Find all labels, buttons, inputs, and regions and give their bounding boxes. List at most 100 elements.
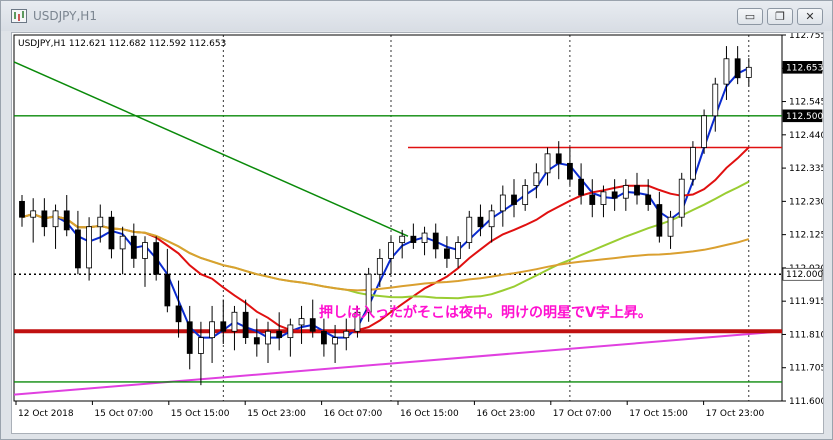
candle-body — [186, 321, 193, 354]
candle-body — [86, 226, 92, 269]
candle-body — [678, 178, 685, 218]
candle-body — [734, 58, 741, 79]
candle-body — [52, 210, 59, 228]
chart-window-icon — [11, 9, 27, 23]
candle-body — [332, 337, 338, 345]
candle-body — [153, 242, 160, 275]
chart-info-text: USDJPY,H1 112.621 112.682 112.592 112.65… — [18, 39, 226, 49]
candle-body — [198, 337, 204, 354]
candle-body — [410, 235, 417, 243]
window-title: USDJPY,H1 — [33, 9, 97, 23]
y-tick-label: 112.125 — [789, 231, 823, 241]
candle-body — [522, 185, 529, 205]
candle-body — [578, 178, 584, 196]
candle-body — [544, 153, 551, 174]
trend-line-green — [13, 61, 409, 237]
candle-body — [723, 58, 730, 85]
candle-body — [63, 210, 70, 231]
candle-body — [533, 172, 540, 186]
chart-annotation: 押しは入ったがそこは夜中。明けの明星でV字上昇。 — [319, 304, 652, 321]
candle-body — [108, 216, 115, 250]
x-tick-label: 17 Oct 15:00 — [629, 409, 688, 419]
candle-body — [75, 229, 81, 269]
price-box-label: 112.500 — [786, 112, 823, 122]
candle-body — [622, 185, 629, 199]
candle-body — [477, 216, 484, 228]
candle-body — [343, 330, 350, 339]
chart-area[interactable]: 112.755112.650112.545112.440112.335112.2… — [11, 32, 824, 434]
candle-body — [298, 318, 305, 326]
candle-body — [555, 153, 562, 164]
candle-body — [455, 242, 461, 259]
candle-body — [611, 191, 618, 199]
candle-body — [421, 232, 428, 243]
y-tick-label: 112.755 — [789, 33, 823, 41]
candle-body — [175, 305, 182, 323]
candle-body — [745, 66, 752, 78]
candle-body — [231, 311, 238, 332]
price-box-label: 112.653 — [786, 63, 823, 73]
candle-body — [589, 194, 596, 205]
candle-body — [712, 83, 719, 117]
candle-body — [511, 194, 517, 205]
minimize-button[interactable]: ▭ — [737, 8, 763, 25]
x-tick-label: 17 Oct 23:00 — [706, 409, 765, 419]
restore-button[interactable]: ❐ — [767, 8, 793, 25]
x-tick-label: 16 Oct 15:00 — [400, 409, 459, 419]
candle-body — [567, 162, 573, 180]
candle-body — [376, 258, 383, 275]
candle-body — [388, 242, 394, 259]
candle-body — [634, 185, 640, 196]
candle-body — [97, 216, 104, 228]
price-box-label: 112.000 — [786, 270, 823, 280]
candle-body — [19, 200, 25, 218]
x-tick-label: 15 Oct 15:00 — [171, 409, 230, 419]
y-tick-label: 111.915 — [789, 297, 823, 307]
close-button[interactable]: ✕ — [797, 8, 823, 25]
trend-line-magenta — [13, 330, 783, 396]
x-tick-label: 16 Oct 23:00 — [476, 409, 535, 419]
y-tick-label: 111.600 — [789, 397, 823, 407]
x-tick-label: 16 Oct 07:00 — [324, 409, 383, 419]
minimize-icon: ▭ — [744, 10, 756, 23]
y-tick-label: 111.705 — [789, 364, 823, 374]
candle-body — [399, 235, 406, 243]
candle-body — [30, 210, 37, 218]
title-bar[interactable]: USDJPY,H1 ▭ ❐ ✕ — [1, 1, 832, 31]
candle-body — [499, 194, 506, 212]
candle-body — [309, 318, 316, 332]
y-tick-label: 111.810 — [789, 330, 823, 340]
candle-body — [321, 330, 327, 345]
candle-body — [276, 330, 283, 339]
candle-body — [701, 115, 707, 148]
candle-body — [242, 311, 249, 339]
candle-body — [253, 337, 260, 345]
x-tick-label: 15 Oct 23:00 — [247, 409, 306, 419]
candle-body — [656, 204, 663, 237]
candle-body — [130, 235, 137, 259]
candle-body — [488, 210, 495, 228]
candle-body — [119, 235, 126, 250]
y-tick-label: 112.335 — [789, 164, 823, 174]
candle-body — [600, 191, 607, 205]
candle-body — [142, 242, 148, 259]
candle-body — [466, 216, 473, 243]
candle-body — [41, 210, 48, 228]
x-tick-label: 12 Oct 2018 — [18, 409, 74, 419]
candle-body — [265, 330, 271, 345]
y-tick-label: 112.545 — [789, 98, 823, 108]
x-tick-label: 15 Oct 07:00 — [94, 409, 153, 419]
candle-body — [164, 273, 171, 307]
candle-body — [444, 248, 450, 259]
restore-icon: ❐ — [775, 10, 785, 23]
candle-body — [645, 194, 652, 205]
y-tick-label: 112.440 — [789, 131, 823, 141]
candle-body — [220, 321, 227, 332]
candle-body — [287, 324, 294, 339]
candle-body — [209, 321, 215, 339]
y-tick-label: 112.230 — [789, 197, 823, 207]
price-chart[interactable]: 112.755112.650112.545112.440112.335112.2… — [12, 33, 823, 433]
candle-body — [667, 216, 674, 237]
candle-body — [432, 232, 439, 250]
candle-body — [690, 147, 696, 180]
